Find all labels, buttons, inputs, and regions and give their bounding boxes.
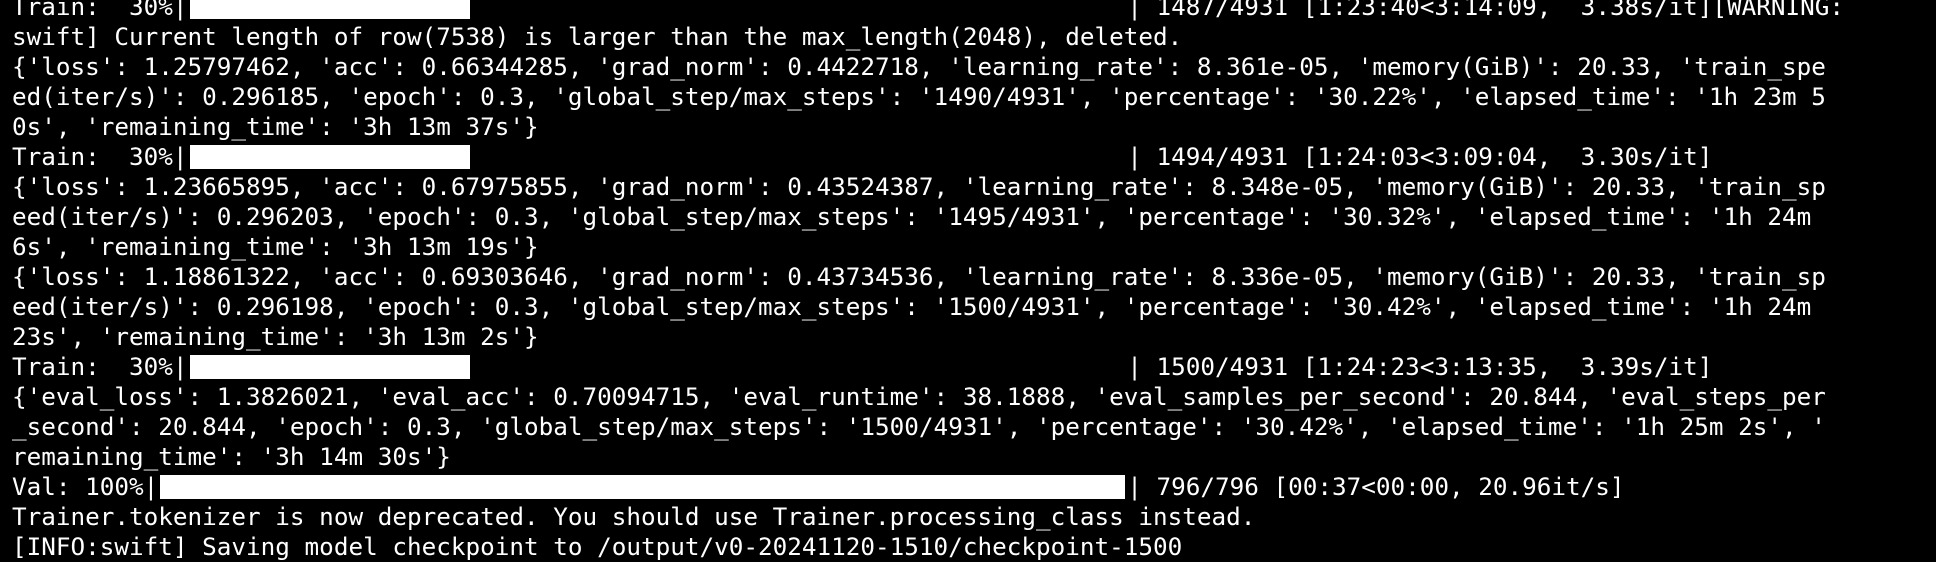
progress-suffix: | 1500/4931 [1:24:23<3:13:35, 3.39s/it] [1127, 352, 1713, 381]
progress-bar-fill [189, 355, 471, 379]
progress-suffix: | 796/796 [00:37<00:00, 20.96it/s] [1127, 472, 1625, 501]
progress-bar [189, 0, 1126, 19]
progress-prefix: Train: 30%| [12, 0, 188, 21]
progress-line: Train: 30%| | 1494/4931 [1:24:03<3:09:04,… [12, 142, 1932, 172]
log-line: 0s', 'remaining_time': '3h 13m 37s'} [12, 112, 539, 141]
progress-bar-fill [160, 475, 1126, 499]
log-line: remaining_time': '3h 14m 30s'} [12, 442, 451, 471]
progress-suffix: | 1487/4931 [1:23:40<3:14:09, 3.38s/it][… [1127, 0, 1844, 21]
progress-prefix: Train: 30%| [12, 142, 188, 171]
progress-prefix: Train: 30%| [12, 352, 188, 381]
progress-prefix: Val: 100%| [12, 472, 159, 501]
progress-bar [160, 475, 1126, 499]
log-line: Trainer.tokenizer is now deprecated. You… [12, 502, 1256, 531]
log-line: swift] Current length of row(7538) is la… [12, 22, 1183, 51]
progress-line: Train: 30%| | 1500/4931 [1:24:23<3:13:35,… [12, 352, 1932, 382]
log-line: ed(iter/s)': 0.296185, 'epoch': 0.3, 'gl… [12, 82, 1826, 111]
log-line: _second': 20.844, 'epoch': 0.3, 'global_… [12, 412, 1826, 441]
progress-bar [189, 355, 1126, 379]
log-line: {'loss': 1.18861322, 'acc': 0.69303646, … [12, 262, 1826, 291]
progress-suffix: | 1494/4931 [1:24:03<3:09:04, 3.30s/it] [1127, 142, 1713, 171]
log-line: 6s', 'remaining_time': '3h 13m 19s'} [12, 232, 539, 261]
log-line: {'loss': 1.25797462, 'acc': 0.66344285, … [12, 52, 1826, 81]
log-line: {'eval_loss': 1.3826021, 'eval_acc': 0.7… [12, 382, 1826, 411]
progress-bar-fill [189, 0, 471, 19]
log-line: eed(iter/s)': 0.296203, 'epoch': 0.3, 'g… [12, 202, 1812, 231]
terminal-output[interactable]: Train: 30%| | 1487/4931 [1:23:40<3:14:09,… [12, 0, 1932, 562]
log-line: 23s', 'remaining_time': '3h 13m 2s'} [12, 322, 539, 351]
progress-line: Val: 100%| | 796/796 [00:37<00:00, 20.96i… [12, 472, 1932, 502]
progress-bar-fill [189, 145, 471, 169]
log-line: [INFO:swift] Saving model checkpoint to … [12, 532, 1183, 561]
log-line: eed(iter/s)': 0.296198, 'epoch': 0.3, 'g… [12, 292, 1812, 321]
log-line: {'loss': 1.23665895, 'acc': 0.67975855, … [12, 172, 1826, 201]
progress-bar [189, 145, 1126, 169]
progress-line: Train: 30%| | 1487/4931 [1:23:40<3:14:09,… [12, 0, 1932, 22]
